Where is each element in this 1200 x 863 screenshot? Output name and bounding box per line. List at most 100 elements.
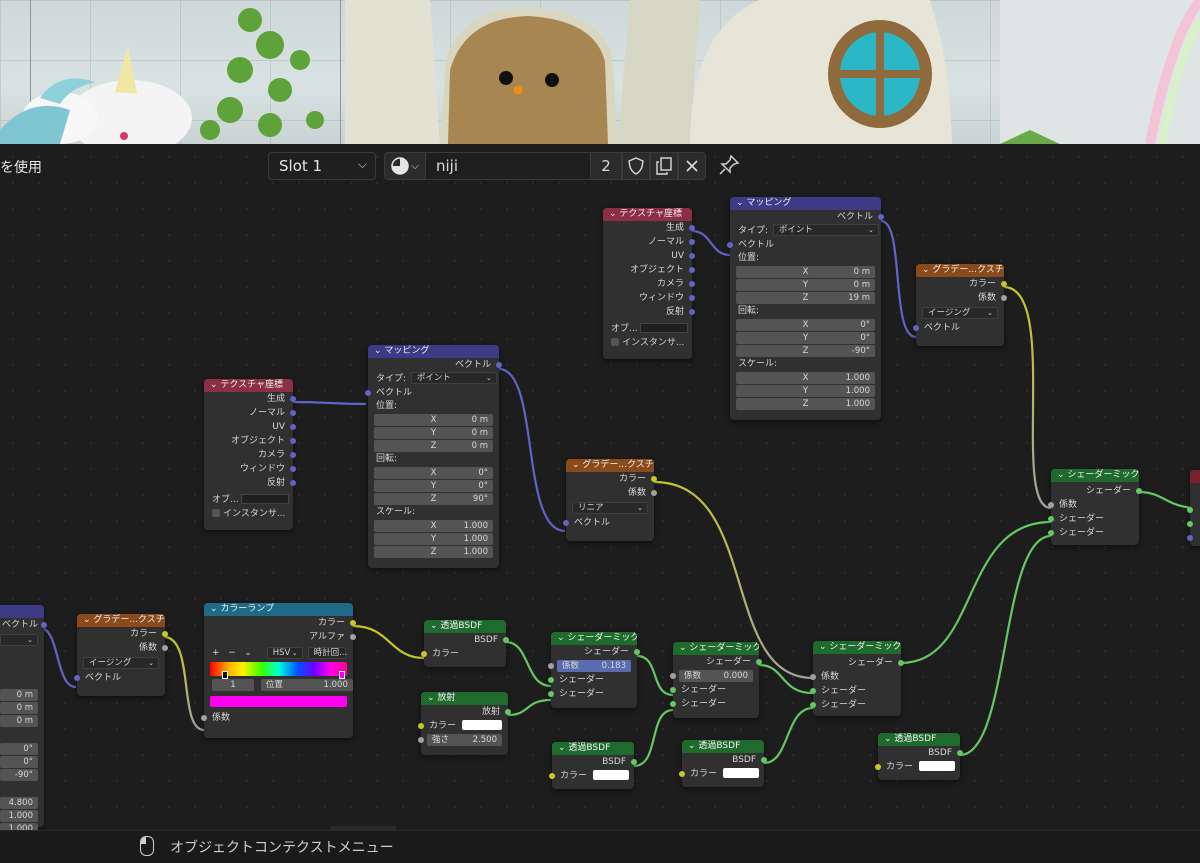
node-header[interactable]: ⌄ マッピング: [368, 345, 499, 358]
socket[interactable]: [1048, 516, 1054, 522]
node-mapping-1[interactable]: ⌄ マッピング ベクトル タイプ: ポイント ⌄ ベクトル 位置: X0 m Y0…: [365, 345, 502, 568]
type-dropdown[interactable]: ポイント ⌄: [410, 372, 497, 384]
stop-color-swatch[interactable]: [210, 696, 347, 707]
location-z[interactable]: 0 m: [0, 715, 38, 727]
socket[interactable]: [1048, 530, 1054, 536]
socket[interactable]: [290, 438, 296, 444]
location-z[interactable]: Z0 m: [374, 440, 493, 452]
socket[interactable]: [810, 688, 816, 694]
node-header[interactable]: ⌄ カラーランプ: [204, 603, 353, 616]
rotation-x[interactable]: X 0°: [374, 467, 493, 479]
socket[interactable]: [548, 677, 554, 683]
socket[interactable]: [727, 242, 733, 248]
interpolation-dropdown[interactable]: イージング ⌄: [922, 307, 998, 319]
rotation-z[interactable]: Z -90°: [736, 345, 875, 357]
fake-user-shield-button[interactable]: [622, 152, 650, 180]
slot-dropdown[interactable]: Slot 1 ⌵: [268, 152, 376, 180]
3d-viewport[interactable]: [0, 0, 1200, 144]
socket[interactable]: [898, 660, 904, 666]
color-swatch[interactable]: [919, 761, 956, 771]
rotation-y[interactable]: Y 0°: [736, 332, 875, 344]
socket[interactable]: [1187, 535, 1193, 541]
node-material-output-partial[interactable]: [1187, 470, 1200, 546]
color-swatch[interactable]: [593, 770, 630, 780]
unlink-material-button[interactable]: [678, 152, 706, 180]
socket[interactable]: [290, 466, 296, 472]
socket[interactable]: [878, 214, 884, 220]
node-header[interactable]: ⌄ 透過BSDF: [682, 740, 764, 753]
object-field[interactable]: オブ...: [603, 322, 692, 336]
socket[interactable]: [496, 362, 502, 368]
socket[interactable]: [201, 715, 207, 721]
scale-z[interactable]: Z 1.000: [736, 398, 875, 410]
node-gradient-texture-top[interactable]: ⌄ グラデー...クスチャ カラー 係数 イージング⌄ ベクトル: [913, 264, 1007, 346]
from-instancer-checkbox[interactable]: インスタンサ...: [603, 336, 692, 350]
node-transparent-bsdf-3[interactable]: ⌄ 透過BSDF BSDF カラー: [679, 740, 767, 787]
node-transparent-bsdf-1[interactable]: ⌄ 透過BSDF BSDF カラー: [421, 620, 509, 667]
rotation-z[interactable]: Z 90°: [374, 493, 493, 505]
node-header[interactable]: ⌄ 透過BSDF: [424, 620, 506, 633]
node-mapping-partial[interactable]: ベクトル ⌄ 0 m 0 m 0 m 0° 0° -90° 4.800 1.00…: [0, 605, 47, 835]
socket[interactable]: [548, 691, 554, 697]
socket[interactable]: [290, 396, 296, 402]
material-browse-button[interactable]: ⌵: [384, 152, 426, 180]
socket[interactable]: [1187, 521, 1193, 527]
socket[interactable]: [679, 771, 685, 777]
interpolation-dropdown[interactable]: イージング ⌄: [83, 657, 159, 669]
socket[interactable]: [651, 476, 657, 482]
node-header[interactable]: ⌄ 放射: [421, 692, 508, 705]
socket[interactable]: [290, 410, 296, 416]
scale-x[interactable]: X 1.000: [374, 520, 493, 532]
strength-field[interactable]: 強さ 2.500: [418, 734, 502, 746]
node-header[interactable]: ⌄ シェーダーミック...: [1051, 469, 1139, 482]
socket[interactable]: [689, 267, 695, 273]
socket[interactable]: [1136, 488, 1142, 494]
scale-y[interactable]: Y 1.000: [736, 385, 875, 397]
socket[interactable]: [651, 490, 657, 496]
horizontal-scrollbar[interactable]: [330, 826, 396, 830]
rotation-x[interactable]: X 0°: [736, 319, 875, 331]
type-dropdown[interactable]: ポイント ⌄: [772, 224, 879, 236]
rotation-x[interactable]: 0°: [0, 743, 38, 755]
pin-button[interactable]: [718, 154, 740, 180]
socket[interactable]: [41, 622, 47, 628]
socket[interactable]: [756, 659, 762, 665]
socket[interactable]: [365, 390, 371, 396]
location-y[interactable]: 0 m: [0, 702, 38, 714]
socket[interactable]: [957, 750, 963, 756]
socket[interactable]: [670, 701, 676, 707]
stop-position-field[interactable]: 位置 1.000: [260, 679, 353, 691]
color-ramp-gradient[interactable]: [210, 662, 347, 679]
scale-x[interactable]: 4.800: [0, 797, 38, 809]
scale-y[interactable]: 1.000: [0, 810, 38, 822]
node-mapping-2[interactable]: ⌄ マッピング ベクトル タイプ: ポイント ⌄ ベクトル 位置: X0 m Y0…: [727, 197, 884, 420]
location-y[interactable]: Y0 m: [374, 427, 493, 439]
socket[interactable]: [74, 675, 80, 681]
node-header[interactable]: ⌄ シェーダーミック...: [673, 642, 759, 655]
socket[interactable]: [1001, 295, 1007, 301]
socket[interactable]: [689, 281, 695, 287]
socket[interactable]: [875, 764, 881, 770]
socket[interactable]: [670, 673, 676, 679]
node-header[interactable]: [1190, 470, 1200, 483]
socket[interactable]: [631, 759, 637, 765]
socket[interactable]: [418, 737, 424, 743]
socket[interactable]: [689, 253, 695, 259]
node-texture-coordinate-1[interactable]: ⌄ テクスチャ座標 生成 ノーマル UV オブジェクト カメラ ウィンドウ 反射…: [204, 379, 296, 530]
socket[interactable]: [689, 225, 695, 231]
node-mix-shader-2[interactable]: ⌄ シェーダーミック... シェーダー 係数0.000 シェーダー シェーダー: [670, 642, 762, 718]
socket[interactable]: [689, 239, 695, 245]
remove-stop-button[interactable]: −: [228, 648, 236, 658]
material-name-field[interactable]: niji: [426, 152, 590, 180]
node-header[interactable]: ⌄ 透過BSDF: [878, 733, 960, 746]
node-transparent-bsdf-4[interactable]: ⌄ 透過BSDF BSDF カラー: [875, 733, 963, 780]
fac-field[interactable]: 係数 0.183: [548, 660, 631, 672]
rotation-y[interactable]: 0°: [0, 756, 38, 768]
node-header[interactable]: ⌄ テクスチャ座標: [603, 208, 692, 221]
fac-field[interactable]: 係数 0.000: [670, 670, 753, 682]
duplicate-material-button[interactable]: [650, 152, 678, 180]
node-emission[interactable]: ⌄ 放射 放射 カラー 強さ 2.500: [418, 692, 511, 755]
socket[interactable]: [810, 702, 816, 708]
node-mix-shader-4[interactable]: ⌄ シェーダーミック... シェーダー 係数 シェーダー シェーダー: [1048, 469, 1142, 545]
socket[interactable]: [670, 687, 676, 693]
